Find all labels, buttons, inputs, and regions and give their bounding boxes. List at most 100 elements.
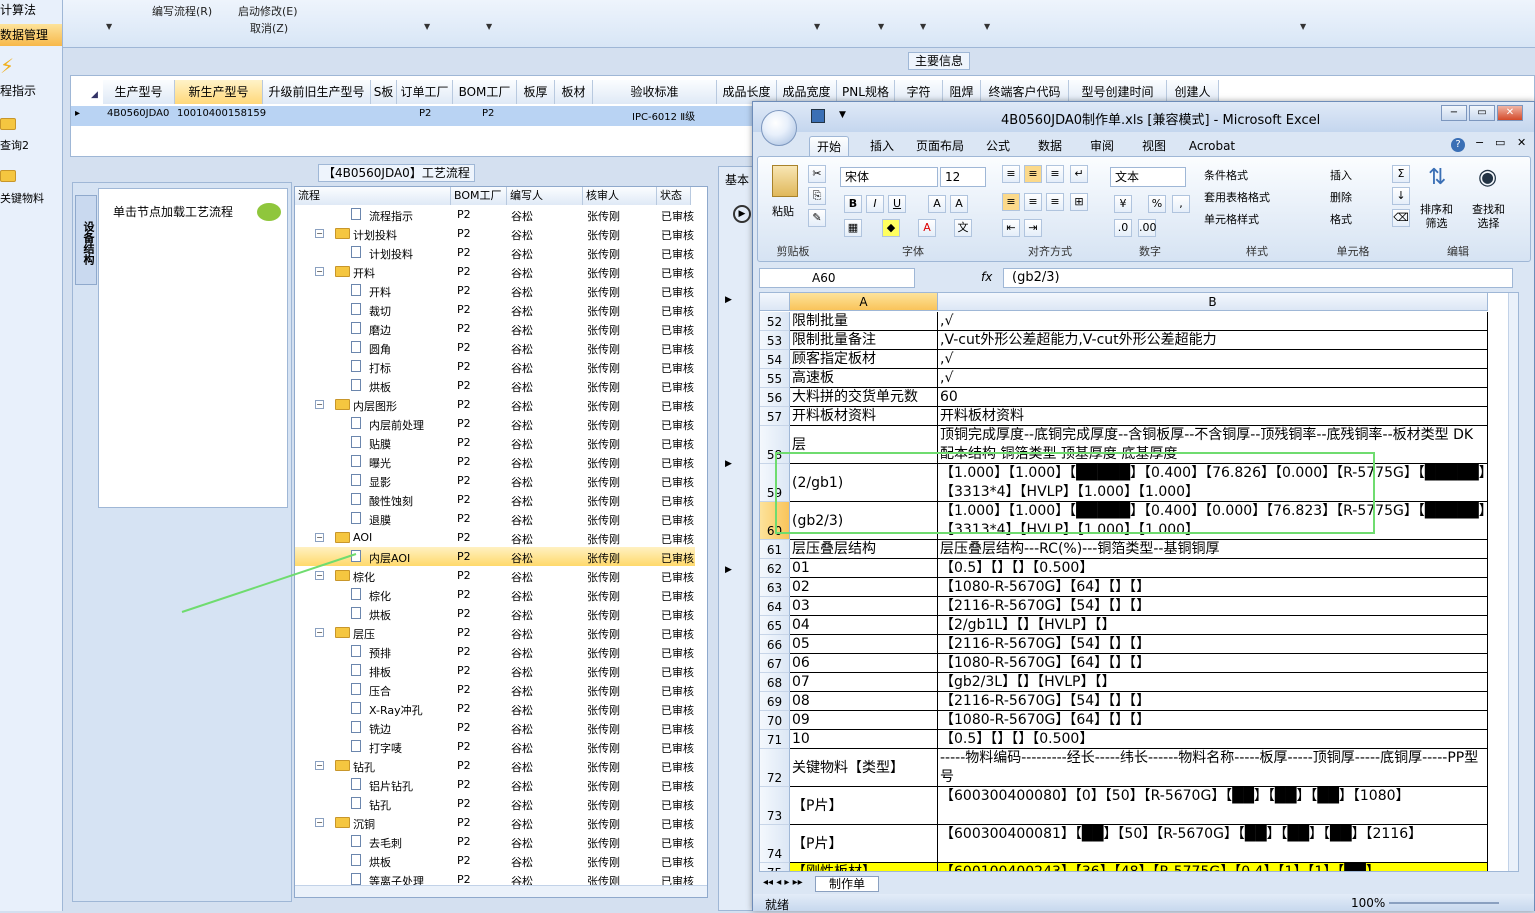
cell-style-button[interactable]: 单元格样式 [1204,211,1259,227]
cell-b[interactable]: ,√ [938,369,1488,388]
select-all[interactable] [760,293,790,311]
tab-ribbon[interactable]: 数据 [1027,136,1073,156]
cell-a[interactable]: 关键物料【类型】 [790,749,938,787]
fx-icon[interactable]: fx [981,270,992,284]
tree-row[interactable]: X-Ray冲孔 P2 谷松 张传刚 已审核 [295,699,695,718]
row-header[interactable]: 55 [760,369,790,388]
cell-b[interactable]: 开料板材资料 [938,407,1488,426]
tree-horizontal-scrollbar[interactable] [295,885,707,897]
ribbon-minimize-icon[interactable]: − [1475,136,1484,149]
row-header[interactable]: 74 [760,825,790,863]
cell-a[interactable]: 【P片】 [790,825,938,863]
sort-filter-button[interactable]: 排序和 筛选 [1420,203,1453,231]
tree-row[interactable]: 打标 P2 谷松 张传刚 已审核 [295,357,695,376]
align-middle-icon[interactable]: ≡ [1024,165,1042,183]
dropdown-arrow-icon[interactable]: ▼ [486,22,492,31]
cell-b[interactable]: 【2116-R-5670G】【54】【】【】 [938,692,1488,711]
phonetic-icon[interactable]: 文 [954,219,972,237]
tree-row[interactable]: 贴膜 P2 谷松 张传刚 已审核 [295,433,695,452]
format-painter-icon[interactable]: ✎ [808,209,826,227]
row-header[interactable]: 54 [760,350,790,369]
tree-row[interactable]: 烘板 P2 谷松 张传刚 已审核 [295,851,695,870]
tree-row[interactable]: 裁切 P2 谷松 张传刚 已审核 [295,300,695,319]
info-column-header[interactable]: 验收标准 [593,80,717,104]
cell-a[interactable]: 01 [790,559,938,578]
dropdown-arrow-icon[interactable]: ▼ [424,22,430,31]
collapse-toggle-icon[interactable]: − [315,818,324,827]
column-header-b[interactable]: B [938,293,1488,311]
tree-row[interactable]: 退膜 P2 谷松 张传刚 已审核 [295,509,695,528]
formula-input[interactable]: (gb2/3) [1003,268,1513,288]
cell-b[interactable]: 60 [938,388,1488,407]
dropdown-arrow-icon[interactable]: ▼ [1300,22,1306,31]
sheet-vertical-scrollbar[interactable] [1508,293,1518,871]
underline-icon[interactable]: U [888,195,906,213]
cell-a[interactable]: 04 [790,616,938,635]
cell-b[interactable]: 【600300400081】【██】【50】【R-5670G】【██】【██】【… [938,825,1488,863]
row-header[interactable]: 66 [760,635,790,654]
cell-b[interactable]: 【2116-R-5670G】【54】【】【】 [938,635,1488,654]
dropdown-arrow-icon[interactable]: ▼ [814,22,820,31]
worksheet-grid[interactable]: A B 52 限制批量 ,√ 53 限制批量备注 ,V-cut外形公差超能力,V-cut外… [759,292,1519,872]
font-size-select[interactable]: 12 [940,167,986,187]
cell-a[interactable]: 顾客指定板材 [790,350,938,369]
qat-dropdown-icon[interactable]: ▼ [839,110,846,120]
cancel-button[interactable]: 取消(Z) [250,20,288,36]
tree-row[interactable]: − 钻孔 P2 谷松 张传刚 已审核 [295,756,695,775]
tree-row[interactable]: − 沉铜 P2 谷松 张传刚 已审核 [295,813,695,832]
cell-a[interactable]: 02 [790,578,938,597]
italic-icon[interactable]: I [866,195,884,213]
tree-column-header[interactable]: 状态 [657,187,691,205]
align-left-icon[interactable]: ≡ [1002,193,1020,211]
cell-b[interactable]: 【600300400080】【0】【50】【R-5670G】【██】【██】【█… [938,787,1488,825]
cell-b[interactable]: 【1080-R-5670G】【64】【】【】 [938,654,1488,673]
row-header[interactable]: 71 [760,730,790,749]
nav-item-calc[interactable]: 计算法 [0,1,36,18]
cell-a[interactable]: 高速板 [790,369,938,388]
dropdown-arrow-icon[interactable]: ▼ [106,22,112,31]
ribbon-restore-icon[interactable]: ▭ [1495,136,1505,149]
cell-a[interactable]: 大料拼的交货单元数 [790,388,938,407]
cell-a[interactable]: 限制批量备注 [790,331,938,350]
name-box[interactable]: A60 [759,268,915,288]
tree-row[interactable]: 磨边 P2 谷松 张传刚 已审核 [295,319,695,338]
cell-a[interactable]: 03 [790,597,938,616]
percent-icon[interactable]: % [1148,195,1166,213]
tab-ribbon[interactable]: 公式 [975,136,1021,156]
cell-a[interactable]: 09 [790,711,938,730]
tree-column-header[interactable]: 编写人 [507,187,583,205]
tab-home[interactable]: 开始 [809,136,849,156]
comma-icon[interactable]: , [1172,195,1190,213]
cell-a[interactable]: 【P片】 [790,787,938,825]
cut-icon[interactable]: ✂ [808,165,826,183]
dropdown-arrow-icon[interactable]: ▼ [920,22,926,31]
tree-row[interactable]: 开料 P2 谷松 张传刚 已审核 [295,281,695,300]
clipboard-icon[interactable] [772,165,798,197]
tree-row[interactable]: 内层前处理 P2 谷松 张传刚 已审核 [295,414,695,433]
restore-icon[interactable]: ▭ [1469,105,1495,121]
cell-b[interactable]: 【gb2/3L】【】【HVLP】【】 [938,673,1488,692]
tree-row[interactable]: 铣边 P2 谷松 张传刚 已审核 [295,718,695,737]
tree-row[interactable]: 钻孔 P2 谷松 张传刚 已审核 [295,794,695,813]
collapse-toggle-icon[interactable]: − [315,400,324,409]
row-header[interactable]: 62 [760,559,790,578]
save-icon[interactable] [811,109,825,123]
cell-b[interactable]: 【0.5】【】【】【0.500】 [938,730,1488,749]
nav-item-process[interactable]: 程指示 [0,82,36,99]
zoom-slider[interactable] [1389,902,1499,904]
row-header[interactable]: 64 [760,597,790,616]
row-header[interactable]: 57 [760,407,790,426]
conditional-format-button[interactable]: 条件格式 [1204,167,1248,183]
cell-a[interactable]: 限制批量 [790,312,938,331]
row-header[interactable]: 69 [760,692,790,711]
row-header[interactable]: 67 [760,654,790,673]
row-header[interactable]: 75 [760,863,790,871]
tree-row[interactable]: 计划投料 P2 谷松 张传刚 已审核 [295,243,695,262]
tree-row[interactable]: 曝光 P2 谷松 张传刚 已审核 [295,452,695,471]
tree-row[interactable]: 去毛刺 P2 谷松 张传刚 已审核 [295,832,695,851]
cell-a[interactable]: 开料板材资料 [790,407,938,426]
sheet-tab[interactable]: 制作单 [815,876,879,892]
row-header[interactable]: 61 [760,540,790,559]
tree-row[interactable]: 圆角 P2 谷松 张传刚 已审核 [295,338,695,357]
dropdown-arrow-icon[interactable]: ▼ [878,22,884,31]
